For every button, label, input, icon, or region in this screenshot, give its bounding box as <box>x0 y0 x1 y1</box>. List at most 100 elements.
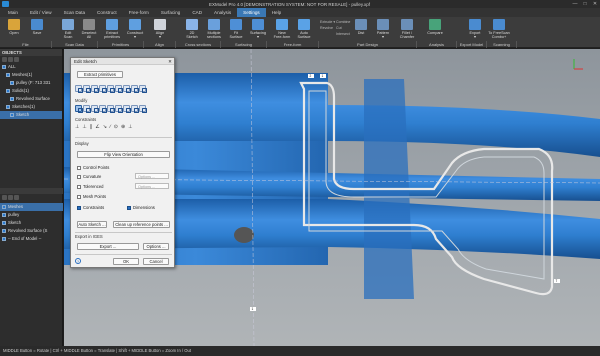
tab-edit-view[interactable]: Edit / View <box>24 8 58 17</box>
visibility-checkbox[interactable] <box>2 65 6 69</box>
fillet-button[interactable]: Fillet / Chamfer <box>396 19 418 41</box>
maximize-button[interactable]: □ <box>580 1 590 7</box>
line-tool-icon[interactable] <box>75 85 83 93</box>
arc-tool-icon[interactable] <box>83 85 91 93</box>
tab-help[interactable]: Help <box>266 8 287 17</box>
align-button[interactable]: Align ▾ <box>149 19 171 41</box>
scan-button[interactable]: Edit Scan <box>57 19 79 41</box>
collapse-icon[interactable] <box>8 57 13 62</box>
select-tool-icon[interactable] <box>75 105 83 113</box>
dialog-close-button[interactable]: ✕ <box>166 58 174 64</box>
close-window-button[interactable]: ✕ <box>590 1 600 7</box>
fit-surface-button[interactable]: Fit Surface <box>225 19 247 41</box>
curvature-checkbox[interactable]: Curvature <box>77 174 101 179</box>
export-button[interactable]: Export ▾ <box>464 19 486 41</box>
checkbox-box[interactable] <box>127 205 131 210</box>
compare-button[interactable]: Compare <box>424 19 446 41</box>
constraint-icon[interactable]: ∕ <box>110 124 111 130</box>
constraint-icon[interactable]: ⊥ <box>82 124 86 130</box>
constraints-checkbox[interactable]: Constraints <box>77 205 104 210</box>
visibility-checkbox[interactable] <box>10 97 14 101</box>
point-tool-icon[interactable] <box>131 85 139 93</box>
minimize-button[interactable]: — <box>570 1 580 7</box>
construct-button[interactable]: Construct ▾ <box>124 19 146 41</box>
tab-free-form[interactable]: Free-form <box>123 8 155 17</box>
polygon-tool-icon[interactable] <box>123 85 131 93</box>
export-options-button[interactable]: Options ... <box>143 243 169 250</box>
mirror-tool-icon[interactable] <box>107 105 115 113</box>
split-tool-icon[interactable] <box>131 105 139 113</box>
spline-tool-icon[interactable] <box>99 85 107 93</box>
cancel-button[interactable]: Cancel <box>143 258 169 265</box>
dimensions-checkbox[interactable]: Dimensions <box>127 205 155 210</box>
tolerenced-checkbox[interactable]: Tolerenced <box>77 184 104 189</box>
constraint-icon[interactable]: ⊥ <box>75 124 79 130</box>
constraint-icon[interactable]: ⊙ <box>114 124 118 130</box>
auto-surface-button[interactable]: Auto Surface <box>293 19 315 41</box>
curvature-options-field[interactable]: Options ... <box>135 173 169 179</box>
chamfer-tool-icon[interactable] <box>123 105 131 113</box>
ribbon-option-intersect[interactable]: Intersect <box>336 32 350 36</box>
constraint-icon[interactable]: ↘ <box>103 124 107 130</box>
slot-tool-icon[interactable] <box>115 85 123 93</box>
freeform-button[interactable]: New Free-form <box>271 19 293 41</box>
mesh-points-checkbox[interactable]: Mesh Points <box>77 194 106 199</box>
visibility-checkbox[interactable] <box>10 81 14 85</box>
help-icon[interactable]: ? <box>75 258 81 264</box>
constraint-icon[interactable]: ∥ <box>90 124 93 130</box>
history-item[interactable]: Revolved Surface (S <box>0 227 63 235</box>
floppy-button[interactable]: Save <box>26 19 48 41</box>
history-item[interactable]: Meshes <box>0 203 63 211</box>
checkbox-box[interactable] <box>77 165 81 170</box>
fillet-tool-icon[interactable] <box>115 105 123 113</box>
ribbon-option-extrude[interactable]: Extrude ▾ <box>320 20 335 24</box>
trim-tool-icon[interactable] <box>83 105 91 113</box>
history-item[interactable]: Sketch <box>0 219 63 227</box>
extract-primitives-button[interactable]: Extract primitives <box>77 71 123 78</box>
checkbox-box[interactable] <box>77 184 81 189</box>
tree-item[interactable]: pulley (F: 713 331 <box>0 79 62 87</box>
checkbox-box[interactable] <box>77 174 81 179</box>
export-button[interactable]: Export ... <box>77 243 139 250</box>
tab-main[interactable]: Main <box>2 8 24 17</box>
primitives-button[interactable]: Extract primitives <box>101 19 123 41</box>
clean-up-reference-points-button[interactable]: Clean up reference points ... <box>113 221 170 228</box>
offset-tool-icon[interactable] <box>99 105 107 113</box>
constraint-icon[interactable]: ∠ <box>95 124 99 130</box>
tree-item[interactable]: Sketch <box>0 111 62 119</box>
ok-button[interactable]: OK <box>113 258 139 265</box>
extend-tool-icon[interactable] <box>91 105 99 113</box>
ribbon-option-cut[interactable]: Cut <box>336 26 342 30</box>
history-item[interactable]: -- End of Model -- <box>0 235 63 243</box>
tab-scan-data[interactable]: Scan Data <box>58 8 91 17</box>
text-tool-icon[interactable] <box>139 85 147 93</box>
tolerenced-options-field[interactable]: Options ... <box>135 183 169 189</box>
tab-settings[interactable]: Settings <box>237 8 266 17</box>
surfacing-button[interactable]: Surfacing ▾ <box>247 19 269 41</box>
tree-item[interactable]: Sketches(1) <box>0 103 62 111</box>
tree-item[interactable]: ALL <box>0 63 62 71</box>
deselect-button[interactable]: Deselect All <box>78 19 100 41</box>
tree-item[interactable]: Revolved Surface <box>0 95 62 103</box>
visibility-checkbox[interactable] <box>6 89 10 93</box>
visibility-checkbox[interactable] <box>6 73 10 77</box>
pattern-button[interactable]: Pattern ▾ <box>372 19 394 41</box>
constraint-icon[interactable]: ⊥ <box>128 124 132 130</box>
filter-icon[interactable] <box>14 57 19 62</box>
tab-surfacing[interactable]: Surfacing <box>155 8 186 17</box>
tree-item[interactable]: Solids(1) <box>0 87 62 95</box>
folder-button[interactable]: Open <box>3 19 25 41</box>
history-back-icon[interactable] <box>2 195 7 200</box>
control-points-checkbox[interactable]: Control Points <box>77 165 109 170</box>
history-settings-icon[interactable] <box>14 195 19 200</box>
flip-view-button[interactable]: Flip View Orientation <box>77 151 170 158</box>
tab-analysis[interactable]: Analysis <box>208 8 237 17</box>
visibility-checkbox[interactable] <box>6 105 10 109</box>
sections-button[interactable]: Multiple sections <box>203 19 225 41</box>
auto-sketch-button[interactable]: Auto Sketch ... <box>77 221 107 228</box>
ribbon-option-combine[interactable]: Combine <box>336 20 350 24</box>
freescan-button[interactable]: To FreeScan Combo+ <box>488 19 510 41</box>
delete-tool-icon[interactable] <box>139 105 147 113</box>
checkbox-box[interactable] <box>77 205 81 210</box>
tab-construct[interactable]: Construct <box>91 8 123 17</box>
